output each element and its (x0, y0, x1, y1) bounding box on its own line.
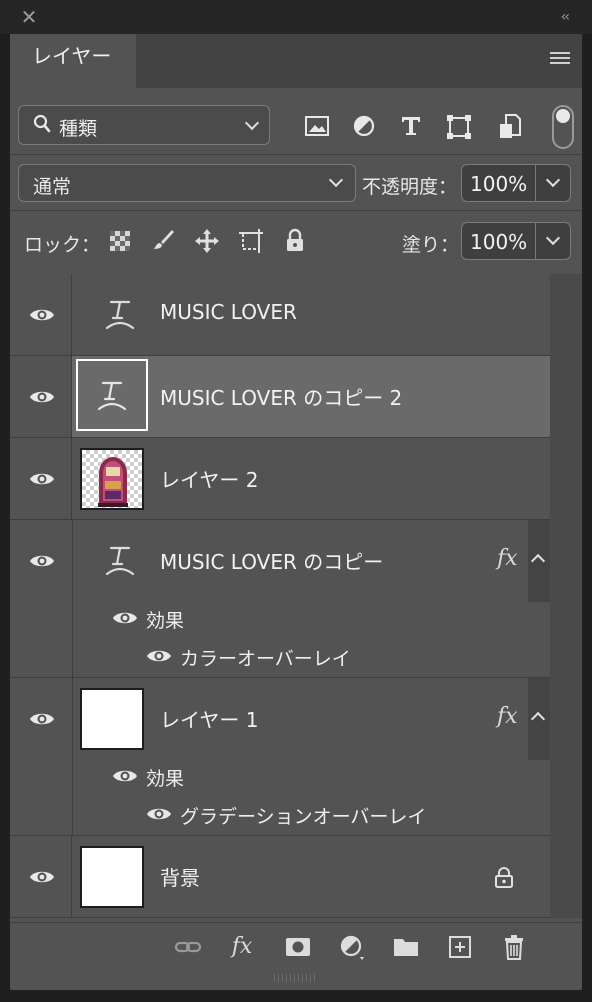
folder-icon[interactable] (392, 933, 420, 961)
lock-artboard-icon[interactable] (238, 228, 264, 254)
layer-row[interactable]: MUSIC LOVER のコピー fx 効果 カラーオーバーレイ (10, 520, 550, 678)
eye-icon[interactable] (112, 768, 138, 784)
smart-object-filter-icon[interactable] (497, 114, 523, 140)
chevron-up-icon (530, 711, 546, 727)
lock-row: ロック： 塗り： 100% (10, 216, 582, 266)
eye-icon[interactable] (29, 553, 55, 569)
eye-icon[interactable] (146, 806, 172, 822)
mask-icon[interactable] (284, 933, 312, 961)
layers-list: MUSIC LOVER MUSIC LOVER のコピー 2 レイヤー 2 MU… (10, 274, 582, 918)
text-layer-icon (102, 294, 138, 341)
panel-titlebar: ✕ ‹‹ (0, 0, 592, 34)
fx-icon[interactable]: fx (228, 933, 256, 961)
fx-badge[interactable]: fx (497, 546, 518, 571)
panel-menu-icon[interactable] (550, 52, 570, 66)
filter-toggle[interactable] (552, 105, 574, 149)
layer-name: レイヤー 1 (160, 708, 259, 732)
panel-footer: fx (10, 922, 582, 970)
layer-row[interactable]: レイヤー 1 fx 効果 グラデーションオーバーレイ (10, 678, 550, 836)
eye-icon[interactable] (112, 610, 138, 626)
lock-icon[interactable] (494, 866, 514, 888)
trash-icon[interactable] (500, 933, 528, 961)
eye-icon[interactable] (29, 389, 55, 405)
collapse-effects-toggle[interactable] (528, 520, 550, 602)
opacity-field[interactable]: 100% (461, 164, 571, 202)
effect-item[interactable]: カラーオーバーレイ (180, 644, 351, 671)
tab-bar: レイヤー (10, 34, 582, 88)
layer-name: 背景 (160, 866, 200, 890)
divider (10, 154, 582, 155)
blend-row: 通常 不透明度： 100% (10, 158, 582, 208)
filter-kind-select[interactable]: 種類 (18, 105, 270, 145)
layer-thumbnail (76, 359, 148, 431)
layer-row[interactable]: レイヤー 2 (10, 438, 550, 520)
lock-brush-icon[interactable] (150, 228, 176, 254)
effects-label: 効果 (146, 768, 185, 790)
lock-move-icon[interactable] (194, 228, 220, 254)
layer-row[interactable]: MUSIC LOVER (10, 274, 550, 356)
effects-label: 効果 (146, 610, 185, 632)
opacity-value[interactable]: 100% (470, 172, 527, 196)
fill-value[interactable]: 100% (470, 230, 527, 254)
tab-layers[interactable]: レイヤー (10, 34, 136, 88)
layer-row-selected[interactable]: MUSIC LOVER のコピー 2 (10, 356, 550, 438)
collapse-icon[interactable]: ‹‹ (561, 9, 570, 25)
layers-panel: レイヤー 種類 通常 不透明度： 100% ロック： 塗り： 100% MUSI… (10, 34, 582, 990)
lock-transparency-icon[interactable] (110, 231, 130, 251)
adjustment-icon[interactable] (338, 933, 366, 961)
lock-label: ロック： (24, 234, 101, 256)
filter-kind-label: 種類 (59, 118, 98, 140)
jukebox-thumbnail (80, 448, 144, 510)
chevron-up-icon (530, 553, 546, 569)
chevron-down-icon[interactable] (545, 172, 561, 188)
blend-mode-select[interactable]: 通常 (18, 164, 356, 202)
eye-icon[interactable] (29, 869, 55, 885)
layer-name: レイヤー 2 (160, 468, 259, 492)
collapse-effects-toggle[interactable] (528, 678, 550, 760)
resize-grip[interactable] (274, 974, 318, 982)
layer-name: MUSIC LOVER のコピー 2 (160, 386, 403, 410)
eye-icon[interactable] (29, 471, 55, 487)
filter-row: 種類 (10, 88, 582, 154)
layer-thumbnail (80, 688, 144, 750)
fill-label: 塗り： (402, 234, 460, 256)
adjustment-filter-icon[interactable] (351, 114, 377, 140)
eye-icon[interactable] (29, 307, 55, 323)
layer-name: MUSIC LOVER (160, 300, 297, 324)
layer-thumbnail (80, 846, 144, 908)
scrollbar[interactable] (550, 274, 582, 918)
fill-field[interactable]: 100% (461, 222, 571, 260)
chevron-down-icon (244, 115, 260, 131)
lock-all-icon[interactable] (282, 228, 308, 254)
layer-name: MUSIC LOVER のコピー (160, 550, 384, 574)
type-filter-icon[interactable] (398, 114, 424, 140)
effect-item[interactable]: グラデーションオーバーレイ (180, 802, 426, 829)
close-icon[interactable]: ✕ (20, 7, 38, 27)
fx-badge[interactable]: fx (497, 704, 518, 729)
eye-icon[interactable] (29, 711, 55, 727)
new-layer-icon[interactable] (446, 933, 474, 961)
chevron-down-icon (328, 172, 344, 188)
text-layer-icon (102, 540, 138, 587)
image-filter-icon[interactable] (304, 114, 330, 140)
blend-mode-value: 通常 (33, 176, 72, 198)
search-icon (33, 114, 51, 139)
link-icon[interactable] (174, 933, 202, 961)
shape-filter-icon[interactable] (446, 114, 472, 140)
chevron-down-icon[interactable] (545, 230, 561, 246)
layer-row[interactable]: 背景 (10, 836, 550, 918)
divider (10, 210, 582, 211)
eye-icon[interactable] (146, 648, 172, 664)
opacity-label: 不透明度： (362, 176, 458, 198)
